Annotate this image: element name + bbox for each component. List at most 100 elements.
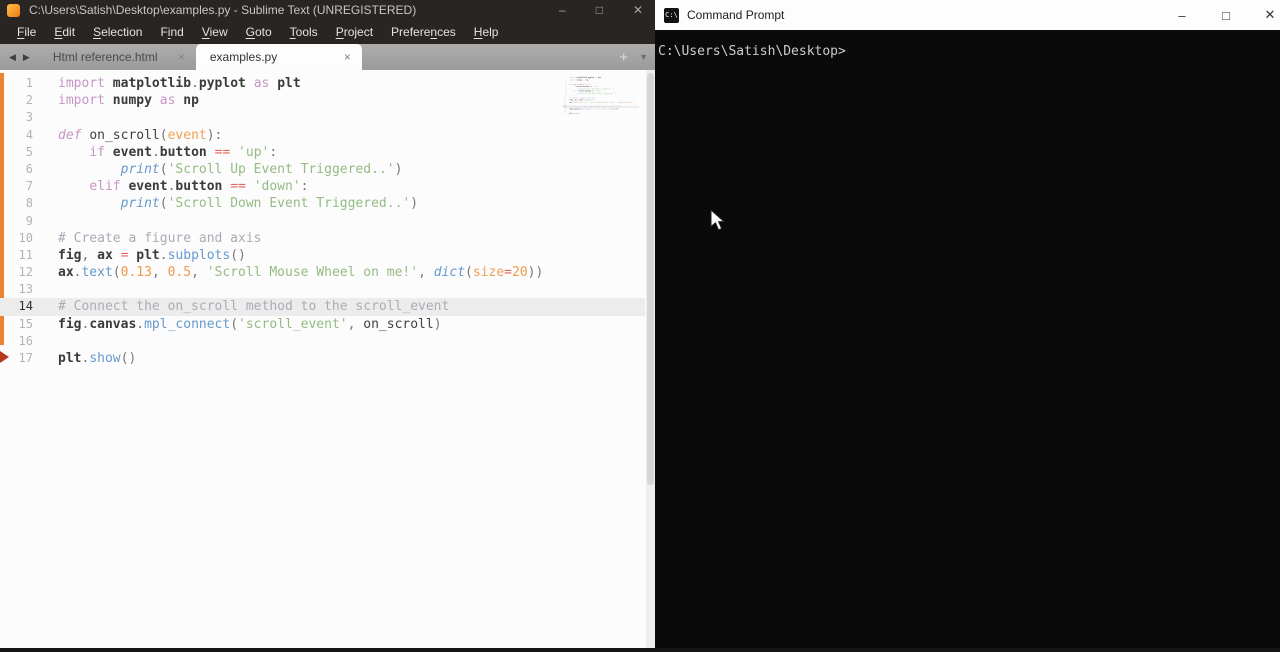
menu-goto[interactable]: Goto (237, 25, 281, 39)
code-line-text: ax.text(0.13, 0.5, 'Scroll Mouse Wheel o… (58, 265, 544, 281)
code-line-text: if event.button == 'up': (89, 144, 278, 160)
code-line-text: import matplotlib.pyplot as plt (58, 76, 301, 91)
cmd-icon: C:\ (664, 7, 679, 23)
line-number: 8 (25, 196, 33, 211)
code-line[interactable]: 14 # Connect the on_scroll method to the … (0, 298, 645, 316)
tab-label: examples.py (209, 50, 278, 64)
cmd-maximize-icon[interactable]: □ (1204, 0, 1248, 30)
back-icon[interactable]: ◀ (9, 52, 16, 63)
code-line-text: def on_scroll(event): (58, 127, 223, 143)
line-number: 16 (18, 333, 33, 348)
sublime-logo-icon (7, 3, 20, 17)
tab-overflow-icon[interactable]: ▼ (639, 52, 648, 62)
line-number: 4 (25, 127, 33, 142)
cmd-titlebar[interactable]: C:\ Command Prompt – □ ✕ (655, 0, 1280, 30)
code-line-text: print('Scroll Up Event Triggered..') (120, 161, 403, 177)
menu-file[interactable]: File (8, 25, 45, 39)
editor-pane[interactable]: 1 import matplotlib.pyplot as plt 2 import … (0, 70, 655, 652)
sublime-maximize-icon[interactable]: □ (596, 3, 603, 17)
line-number: 14 (18, 299, 33, 314)
menu-tools[interactable]: Tools (281, 25, 327, 39)
code-line[interactable]: 15 fig.canvas.mpl_connect('scroll_event',… (0, 316, 645, 333)
sublime-window-title: C:\Users\Satish\Desktop\examples.py - Su… (29, 3, 417, 17)
cmd-window-title: Command Prompt (687, 8, 785, 22)
code-area[interactable]: 1 import matplotlib.pyplot as plt 2 import … (0, 75, 645, 367)
line-number: 3 (25, 110, 33, 125)
mouse-cursor (710, 209, 726, 231)
line-number: 9 (25, 213, 33, 228)
line-number: 5 (25, 144, 33, 159)
sublime-minimize-icon[interactable]: – (559, 3, 566, 17)
tab-html-reference-html[interactable]: Html reference.html × (39, 44, 196, 70)
code-line-text: print('Scroll Down Event Triggered..') (120, 196, 419, 212)
code-line[interactable]: 4 def on_scroll(event): (0, 127, 645, 144)
tabs-container: Html reference.html × examples.py × (39, 44, 362, 70)
tab-examples-py[interactable]: examples.py × (195, 44, 362, 70)
cmd-body[interactable]: C:\Users\Satish\Desktop> (655, 30, 1280, 652)
code-line[interactable]: 2 import numpy as np (0, 92, 645, 109)
code-line[interactable]: 12 ax.text(0.13, 0.5, 'Scroll Mouse Wheel… (0, 264, 645, 281)
cmd-prompt-text: C:\Users\Satish\Desktop> (658, 44, 846, 59)
menu-help[interactable]: Help (465, 25, 508, 39)
line-number: 12 (18, 265, 33, 280)
sublime-window: C:\Users\Satish\Desktop\examples.py - Su… (0, 0, 655, 652)
line-number: 6 (25, 161, 33, 176)
code-line[interactable]: 6 print('Scroll Up Event Triggered..') (0, 161, 645, 178)
tabbar-right-icons: + ▼ (619, 44, 648, 70)
editor-scrollbar[interactable] (646, 70, 655, 652)
code-line-text: plt.show() (58, 351, 137, 366)
cmd-minimize-icon[interactable]: – (1160, 0, 1204, 30)
code-line[interactable]: 3 (0, 109, 645, 126)
code-line[interactable]: 8 print('Scroll Down Event Triggered..') (0, 195, 645, 212)
tab-close-icon[interactable]: × (175, 50, 188, 64)
tab-close-icon[interactable]: × (341, 50, 354, 64)
taskbar-edge (0, 648, 1280, 652)
menu-project[interactable]: Project (327, 25, 382, 39)
line-number: 2 (25, 93, 33, 108)
code-line[interactable]: 7 elif event.button == 'down': (0, 178, 645, 195)
tab-history-nav: ◀ ▶ (0, 44, 39, 70)
menu-find[interactable]: Find (151, 25, 192, 39)
new-tab-icon[interactable]: + (619, 49, 628, 66)
code-line-text: # Connect the on_scroll method to the sc… (58, 299, 450, 315)
line-number: 13 (18, 282, 33, 297)
code-line-text: # Create a figure and axis (58, 230, 262, 246)
sublime-menubar: File Edit Selection Find View Goto Tools Projec… (0, 20, 655, 44)
code-line[interactable]: 11 fig, ax = plt.subplots() (0, 247, 645, 264)
code-line[interactable]: 9 (0, 213, 645, 230)
forward-icon[interactable]: ▶ (23, 52, 30, 63)
code-line-text: fig, ax = plt.subplots() (58, 247, 246, 263)
menu-view[interactable]: View (193, 25, 237, 39)
line-number: 1 (25, 76, 33, 90)
code-line[interactable]: 10 # Create a figure and axis (0, 230, 645, 247)
line-number: 10 (18, 230, 33, 245)
line-number: 7 (25, 179, 33, 194)
code-area[interactable]: 1 import matplotlib.pyplot as plt 2 import … (562, 77, 639, 115)
code-line[interactable]: 5 if event.button == 'up': (0, 144, 645, 161)
code-line[interactable]: 17 plt.show() (0, 350, 645, 367)
tab-label: Html reference.html (52, 50, 158, 64)
sublime-tabbar: ◀ ▶ Html reference.html × examples.py × + ▼ (0, 44, 655, 70)
code-line[interactable]: 13 (0, 281, 645, 298)
menu-edit[interactable]: Edit (45, 25, 84, 39)
code-line-text: import numpy as np (58, 93, 199, 109)
minimap[interactable]: 1 import matplotlib.pyplot as plt 2 import … (562, 76, 642, 186)
code-line-text: elif event.button == 'down': (89, 179, 309, 195)
editor-scrollbar-thumb[interactable] (647, 73, 654, 485)
code-line[interactable]: 16 (0, 333, 645, 350)
screen: C:\Users\Satish\Desktop\examples.py - Su… (0, 0, 1280, 652)
menu-preferences[interactable]: Preferences (382, 25, 465, 39)
sublime-titlebar[interactable]: C:\Users\Satish\Desktop\examples.py - Su… (0, 0, 655, 20)
menu-selection[interactable]: Selection (84, 25, 151, 39)
line-number: 17 (18, 351, 33, 365)
line-number: 15 (18, 316, 33, 331)
cmd-close-icon[interactable]: ✕ (1248, 0, 1280, 30)
code-line-text: fig.canvas.mpl_connect('scroll_event', o… (58, 316, 442, 332)
cmd-window: C:\ Command Prompt – □ ✕ C:\Users\Satish\D… (655, 0, 1280, 652)
code-line[interactable]: 1 import matplotlib.pyplot as plt (0, 75, 645, 92)
sublime-close-icon[interactable]: ✕ (633, 3, 643, 17)
